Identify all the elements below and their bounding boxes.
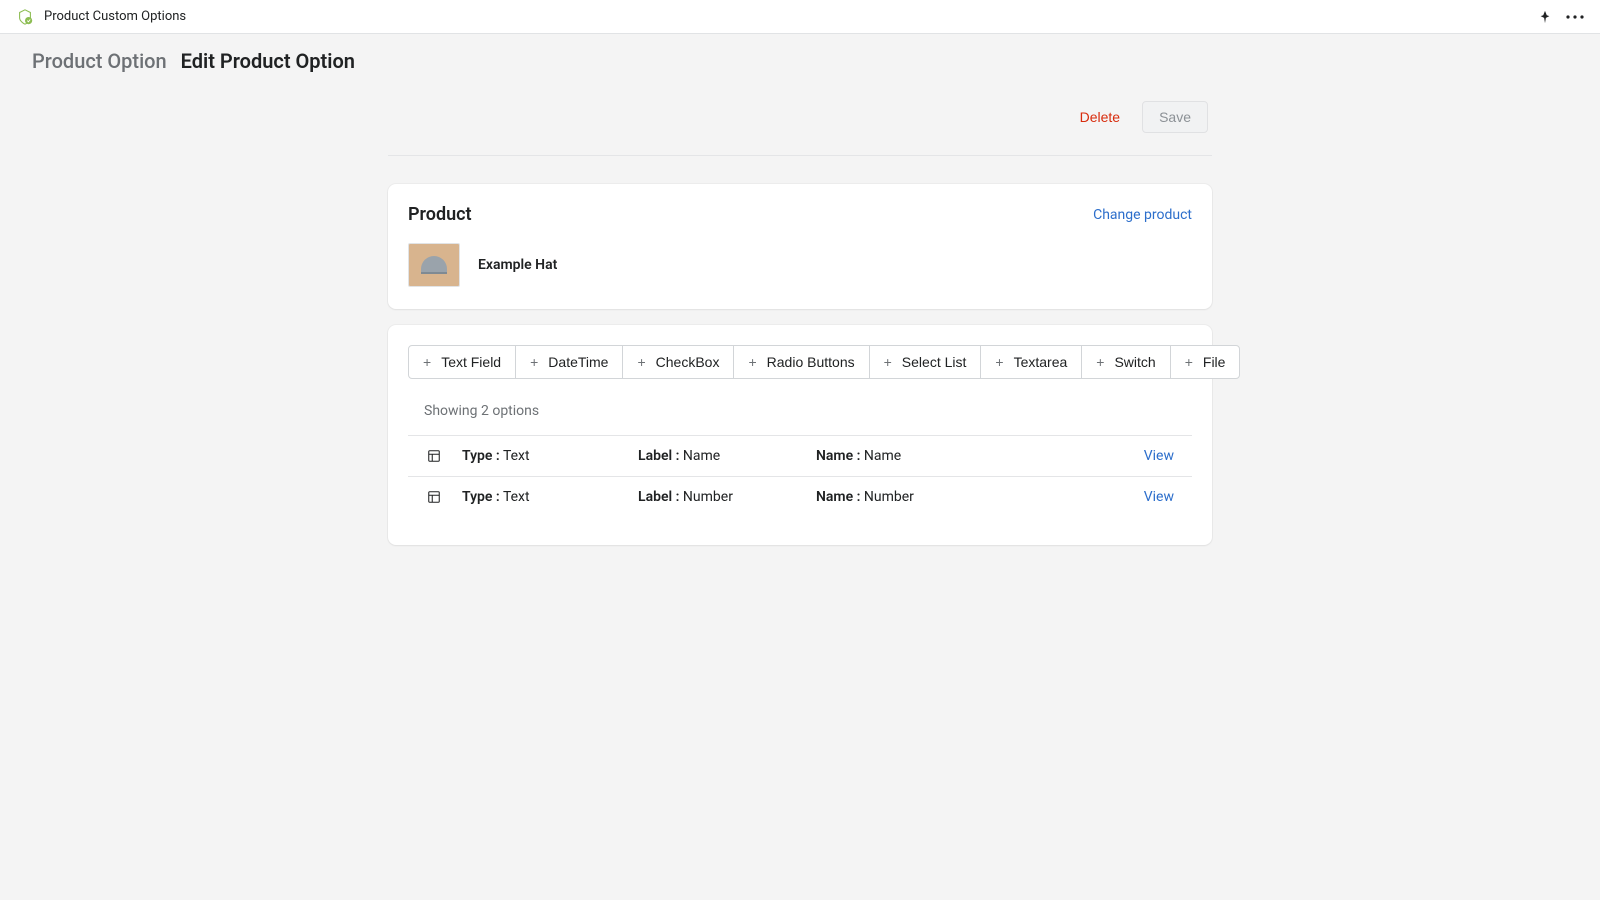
product-card-heading: Product xyxy=(408,204,472,225)
type-label: Text Field xyxy=(441,354,501,370)
app-logo-icon xyxy=(16,8,34,26)
showing-count: Showing 2 options xyxy=(408,399,1192,435)
breadcrumb-back[interactable]: Product Option xyxy=(32,49,167,73)
name-value: Number xyxy=(864,489,914,505)
type-label: DateTime xyxy=(548,354,608,370)
label-key: Label : xyxy=(638,489,679,505)
view-option-link[interactable]: View xyxy=(1144,448,1174,464)
options-card: + Text Field + DateTime + CheckBox + Radio B… xyxy=(388,325,1212,545)
option-type-buttons: + Text Field + DateTime + CheckBox + Radio B… xyxy=(408,345,1192,379)
topbar-left: Product Custom Options xyxy=(16,8,186,26)
topbar: Product Custom Options xyxy=(0,0,1600,34)
plus-icon: + xyxy=(1185,354,1193,370)
type-label: Switch xyxy=(1114,354,1155,370)
product-thumbnail[interactable] xyxy=(408,243,460,287)
type-key: Type : xyxy=(462,448,500,464)
plus-icon: + xyxy=(423,354,431,370)
page-header: Product Option Edit Product Option xyxy=(0,34,1600,81)
pin-icon[interactable] xyxy=(1538,10,1552,24)
label-value: Name xyxy=(683,448,720,464)
hat-icon xyxy=(421,256,447,274)
topbar-right xyxy=(1538,10,1584,24)
drag-handle-icon[interactable] xyxy=(424,490,444,504)
label-key: Label : xyxy=(638,448,679,464)
type-label: Select List xyxy=(902,354,967,370)
view-option-link[interactable]: View xyxy=(1144,489,1174,505)
name-value: Name xyxy=(864,448,901,464)
option-type: Type : Text xyxy=(462,448,638,464)
add-textarea-button[interactable]: + Textarea xyxy=(980,345,1082,379)
type-value: Text xyxy=(503,489,530,505)
type-value: Text xyxy=(503,448,530,464)
plus-icon: + xyxy=(995,354,1003,370)
plus-icon: + xyxy=(1096,354,1104,370)
type-key: Type : xyxy=(462,489,500,505)
add-checkbox-button[interactable]: + CheckBox xyxy=(622,345,734,379)
delete-button[interactable]: Delete xyxy=(1070,103,1130,131)
plus-icon: + xyxy=(884,354,892,370)
plus-icon: + xyxy=(530,354,538,370)
save-button[interactable]: Save xyxy=(1142,101,1208,133)
add-datetime-button[interactable]: + DateTime xyxy=(515,345,623,379)
type-label: File xyxy=(1203,354,1226,370)
page-title: Edit Product Option xyxy=(181,49,355,73)
name-key: Name : xyxy=(816,448,860,464)
app-title: Product Custom Options xyxy=(44,9,186,24)
add-radio-buttons-button[interactable]: + Radio Buttons xyxy=(733,345,869,379)
product-name: Example Hat xyxy=(478,257,557,273)
drag-handle-icon[interactable] xyxy=(424,449,444,463)
add-file-button[interactable]: + File xyxy=(1170,345,1241,379)
change-product-link[interactable]: Change product xyxy=(1093,207,1192,223)
main-content: Delete Save Product Change product Examp… xyxy=(388,81,1212,545)
product-row: Example Hat xyxy=(408,243,1192,287)
add-switch-button[interactable]: + Switch xyxy=(1081,345,1170,379)
label-value: Number xyxy=(683,489,733,505)
name-key: Name : xyxy=(816,489,860,505)
option-label: Label : Name xyxy=(638,448,816,464)
option-type: Type : Text xyxy=(462,489,638,505)
option-name: Name : Name xyxy=(816,448,1144,464)
type-label: CheckBox xyxy=(656,354,720,370)
type-label: Radio Buttons xyxy=(767,354,855,370)
option-row: Type : Text Label : Number Name : Number… xyxy=(408,476,1192,517)
option-row: Type : Text Label : Name Name : Name Vie… xyxy=(408,435,1192,476)
plus-icon: + xyxy=(748,354,756,370)
option-name: Name : Number xyxy=(816,489,1144,505)
option-label: Label : Number xyxy=(638,489,816,505)
product-card: Product Change product Example Hat xyxy=(388,184,1212,309)
more-icon[interactable] xyxy=(1566,10,1584,24)
add-text-field-button[interactable]: + Text Field xyxy=(408,345,516,379)
product-card-header: Product Change product xyxy=(408,204,1192,225)
plus-icon: + xyxy=(637,354,645,370)
type-label: Textarea xyxy=(1014,354,1068,370)
actions-row: Delete Save xyxy=(388,95,1212,156)
add-select-list-button[interactable]: + Select List xyxy=(869,345,982,379)
